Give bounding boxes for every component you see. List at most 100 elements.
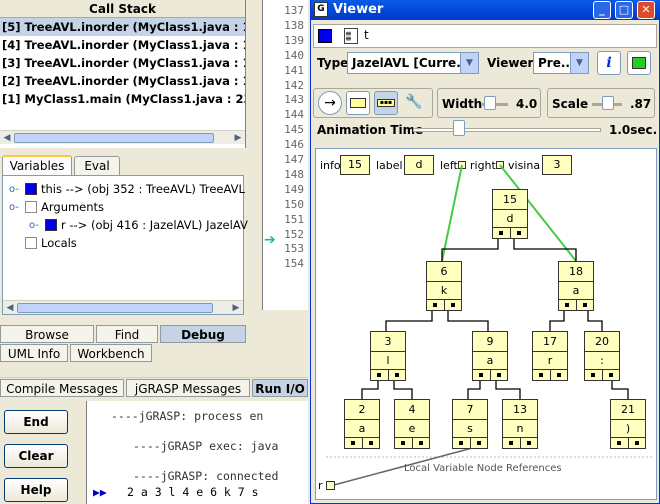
tree-node[interactable]: 2a — [344, 399, 380, 449]
call-stack-row[interactable]: [4] TreeAVL.inorder (MyClass1.java : 150… — [0, 36, 245, 54]
run-io-console[interactable]: ----jGRASP: process en ----jGRASP exec: … — [86, 401, 308, 504]
current-line-arrow-icon: ➔ — [264, 232, 276, 248]
end-button[interactable]: End — [4, 410, 68, 434]
tree-node[interactable]: 17 r — [532, 331, 568, 381]
call-stack-row[interactable]: [5] TreeAVL.inorder (MyClass1.java : 152… — [0, 18, 245, 36]
scroll-thumb[interactable] — [17, 303, 213, 313]
close-icon[interactable]: ✕ — [637, 1, 655, 19]
folder-icon — [25, 201, 37, 213]
scroll-right-icon[interactable]: ▶ — [229, 301, 243, 315]
list-icon[interactable]: ≡ ≡ — [344, 28, 358, 44]
viewer-label: Viewer — [487, 56, 534, 70]
variables-panel: o- this --> (obj 352 : TreeAVL) TreeAVL … — [2, 175, 248, 315]
step-icon[interactable]: → — [318, 91, 342, 115]
highlight-icon[interactable] — [346, 91, 370, 115]
line-number: 139 — [284, 33, 304, 47]
line-number: 141 — [284, 63, 304, 77]
scroll-left-icon[interactable]: ◀ — [0, 131, 14, 145]
tab-uml-info[interactable]: UML Info — [0, 344, 68, 362]
clear-button[interactable]: Clear — [4, 444, 68, 468]
node-view-icon[interactable]: ▪▪▪ — [374, 91, 398, 115]
viewer-titlebar: G Viewer _ □ ✕ — [311, 0, 660, 20]
tree-node[interactable]: 21) — [610, 399, 646, 449]
line-number: 147 — [284, 153, 304, 166]
object-icon — [25, 183, 37, 195]
tree-expand-icon[interactable]: o- — [29, 220, 39, 231]
call-stack-scrollbar[interactable]: ◀ ▶ — [0, 130, 245, 144]
viewer-title: Viewer — [333, 2, 384, 17]
tree-expand-icon[interactable]: o- — [9, 184, 19, 195]
tab-eval[interactable]: Eval — [74, 156, 120, 176]
line-number: 153 — [284, 242, 304, 256]
console-prompt-icon: ▶▶ — [93, 485, 107, 499]
console-line: ----jGRASP: connected — [133, 469, 279, 483]
maximize-icon[interactable]: □ — [615, 1, 633, 19]
chevron-down-icon[interactable]: ▼ — [460, 53, 478, 73]
tree-node[interactable]: 7s — [452, 399, 488, 449]
tab-variables[interactable]: Variables — [2, 155, 72, 175]
tab-debug[interactable]: Debug — [160, 325, 246, 343]
tree-node[interactable]: 15 d — [492, 189, 528, 239]
var-arguments[interactable]: Arguments — [25, 198, 104, 216]
tab-browse[interactable]: Browse — [0, 325, 94, 343]
tab-workbench[interactable]: Workbench — [70, 344, 152, 362]
call-stack-title: Call Stack — [0, 0, 245, 18]
folder-icon — [25, 237, 37, 249]
tab-run-io[interactable]: Run I/O — [252, 379, 308, 397]
line-number: 152 — [284, 227, 304, 241]
tab-find[interactable]: Find — [96, 325, 158, 343]
scroll-right-icon[interactable]: ▶ — [231, 131, 245, 145]
var-this[interactable]: this --> (obj 352 : TreeAVL) TreeAVL — [25, 180, 245, 198]
r-ref-label: r — [318, 479, 323, 492]
width-slider-thumb[interactable] — [484, 96, 496, 110]
call-stack-row[interactable]: [3] TreeAVL.inorder (MyClass1.java : 152… — [0, 54, 245, 72]
chevron-down-icon[interactable]: ▼ — [570, 53, 588, 73]
var-locals[interactable]: Locals — [25, 234, 77, 252]
tree-expand-icon[interactable]: o- — [9, 202, 19, 213]
width-control: Width 4.0 — [437, 88, 541, 118]
call-stack-row[interactable]: [2] TreeAVL.inorder (MyClass1.java : 150… — [0, 72, 245, 90]
local-refs-label: Local Variable Node References — [404, 463, 562, 474]
scroll-left-icon[interactable]: ◀ — [3, 301, 17, 315]
minimize-icon[interactable]: _ — [593, 1, 611, 19]
call-stack-panel: Call Stack [5] TreeAVL.inorder (MyClass1… — [0, 0, 246, 148]
field-name: t — [364, 28, 369, 42]
line-number: 145 — [284, 123, 304, 137]
line-number: 146 — [284, 138, 304, 152]
console-output: 2 a 3 l 4 e 6 k 7 s — [127, 485, 259, 499]
line-number: 148 — [284, 167, 304, 181]
field-selector-bar: ≡ ≡ t — [313, 24, 657, 48]
wrench-icon[interactable]: 🔧 — [402, 91, 426, 115]
tree-node[interactable]: 20: — [584, 331, 620, 381]
call-stack-row[interactable]: [1] MyClass1.main (MyClass1.java : 23) p… — [0, 90, 245, 108]
object-icon — [318, 29, 332, 43]
line-number: 142 — [284, 78, 304, 92]
tab-jgrasp-messages[interactable]: jGRASP Messages — [126, 379, 250, 397]
line-number: 150 — [284, 197, 304, 211]
r-ref-pointer-icon[interactable] — [326, 481, 335, 490]
line-number: 143 — [284, 93, 304, 107]
color-icon[interactable] — [627, 51, 651, 75]
tree-node[interactable]: 4e — [394, 399, 430, 449]
object-icon — [45, 219, 57, 231]
tree-node[interactable]: 6k — [426, 261, 462, 311]
scroll-thumb[interactable] — [14, 133, 214, 143]
tree-node[interactable]: 9a — [472, 331, 508, 381]
animation-slider-thumb[interactable] — [453, 120, 465, 136]
line-number: 154 — [284, 257, 304, 271]
tab-compile-messages[interactable]: Compile Messages — [0, 379, 124, 397]
editor-gutter: 137 138 139 140 141 142 143 144 145 146 147 148 149 1… — [262, 0, 308, 310]
type-select[interactable]: JazelAVL [Curre... ▼ — [347, 52, 479, 74]
scale-slider-thumb[interactable] — [602, 96, 614, 110]
structure-canvas[interactable]: info 15 label d left right visina 3 15 d… — [315, 148, 657, 500]
tree-node[interactable]: 13 n — [502, 399, 538, 449]
animation-slider-track[interactable] — [413, 128, 601, 132]
help-button[interactable]: Help — [4, 478, 68, 502]
viewer-select[interactable]: Pre... ▼ — [533, 52, 589, 74]
info-icon[interactable]: i — [597, 51, 621, 75]
variables-scrollbar[interactable]: ◀ ▶ — [3, 300, 243, 314]
tree-node[interactable]: 18 a — [558, 261, 594, 311]
tree-node[interactable]: 3l — [370, 331, 406, 381]
var-r[interactable]: r --> (obj 416 : JazelAVL) JazelAV — [45, 216, 248, 234]
animation-time-label: Animation Time — [317, 123, 424, 137]
